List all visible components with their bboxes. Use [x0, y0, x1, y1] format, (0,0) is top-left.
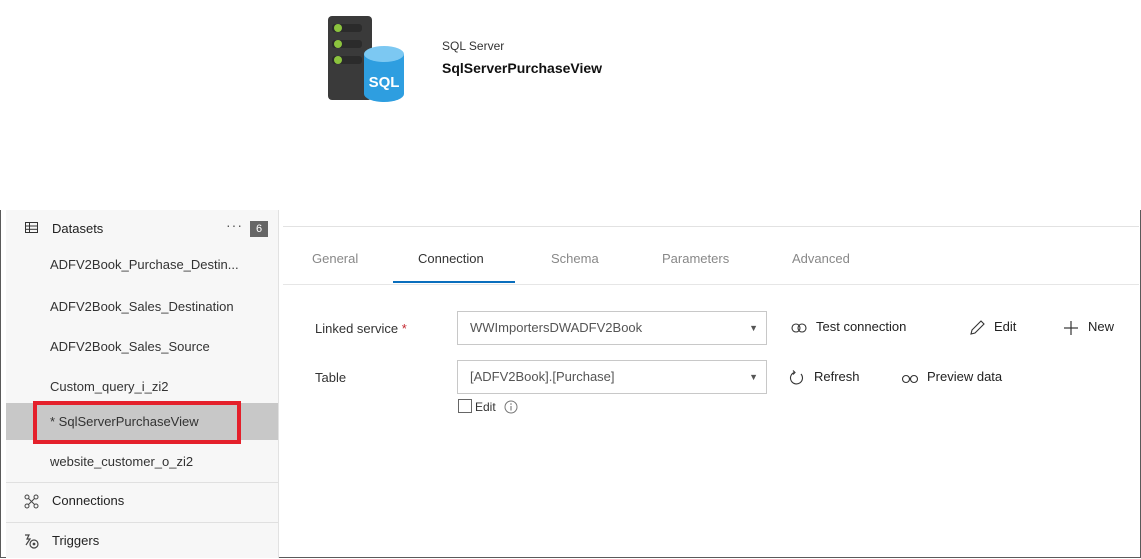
- dataset-type: SQL Server: [442, 39, 505, 53]
- factory-resources-sidebar: Datasets ··· 6 ADFV2Book_Purchase_Destin…: [6, 210, 279, 558]
- dataset-properties-panel: General Connection Schema Parameters Adv…: [283, 226, 1139, 557]
- refresh-label: Refresh: [814, 369, 860, 384]
- selection-highlight-box: [33, 401, 241, 444]
- preview-data-button[interactable]: Preview data: [901, 369, 1002, 386]
- more-actions-button[interactable]: ···: [226, 217, 243, 233]
- table-select[interactable]: [ADFV2Book].[Purchase] ▼: [457, 360, 767, 394]
- table-icon: [25, 222, 38, 233]
- datasets-section-header[interactable]: Datasets ··· 6: [6, 210, 278, 246]
- linked-service-select[interactable]: WWImportersDWADFV2Book ▼: [457, 311, 767, 345]
- edit-linked-service-button[interactable]: Edit: [968, 319, 1016, 336]
- table-label: Table: [315, 370, 347, 385]
- chevron-down-icon: ▼: [749, 323, 758, 333]
- nav-connections-label: Connections: [52, 493, 125, 508]
- refresh-button[interactable]: Refresh: [788, 369, 860, 386]
- info-icon[interactable]: [504, 400, 518, 414]
- plus-icon: [1064, 320, 1078, 335]
- nav-connections[interactable]: Connections: [6, 482, 278, 518]
- test-connection-label: Test connection: [816, 319, 907, 334]
- sql-icon-text: SQL: [369, 74, 400, 91]
- active-tab-indicator: [393, 281, 515, 283]
- linked-service-label: Linked service *: [315, 321, 407, 336]
- dataset-title: SqlServerPurchaseView: [442, 60, 603, 76]
- chevron-down-icon: ▼: [749, 372, 758, 382]
- edit-table-checkbox[interactable]: [458, 399, 472, 413]
- dataset-item[interactable]: website_customer_o_zi2: [6, 443, 278, 480]
- datasets-count-badge: 6: [250, 221, 268, 237]
- tab-connection[interactable]: Connection: [418, 251, 484, 266]
- dataset-item[interactable]: ADFV2Book_Purchase_Destin...: [6, 246, 278, 283]
- glasses-icon: [901, 374, 919, 383]
- triggers-icon: [25, 534, 39, 549]
- tab-schema[interactable]: Schema: [551, 251, 599, 266]
- new-label: New: [1088, 319, 1115, 334]
- tab-advanced[interactable]: Advanced: [792, 251, 850, 266]
- dataset-header: SQL SQL Server SqlServerPurchaseView: [0, 0, 1141, 210]
- linked-service-value: WWImportersDWADFV2Book: [470, 320, 643, 335]
- link-icon: [791, 323, 807, 333]
- dataset-item[interactable]: ADFV2Book_Sales_Destination: [6, 288, 278, 325]
- new-linked-service-button[interactable]: New: [1062, 319, 1114, 336]
- nav-triggers[interactable]: Triggers: [6, 522, 278, 558]
- edit-label: Edit: [994, 319, 1017, 334]
- connections-icon: [24, 494, 39, 509]
- preview-data-label: Preview data: [927, 369, 1003, 384]
- tab-parameters[interactable]: Parameters: [662, 251, 729, 266]
- table-value: [ADFV2Book].[Purchase]: [470, 369, 615, 384]
- datasets-label: Datasets: [52, 221, 104, 236]
- dataset-item[interactable]: Custom_query_i_zi2: [6, 368, 278, 405]
- nav-triggers-label: Triggers: [52, 533, 100, 548]
- pencil-icon: [970, 319, 985, 335]
- sql-server-icon: SQL: [328, 16, 404, 102]
- test-connection-button[interactable]: Test connection: [790, 319, 906, 336]
- tab-general[interactable]: General: [312, 251, 358, 266]
- edit-table-checkbox-label: Edit: [475, 400, 496, 414]
- linked-service-label-text: Linked service: [315, 321, 399, 336]
- required-mark: *: [401, 321, 407, 336]
- refresh-icon: [790, 369, 804, 385]
- properties-tabs: General Connection Schema Parameters Adv…: [283, 227, 1139, 285]
- dataset-item[interactable]: ADFV2Book_Sales_Source: [6, 328, 278, 365]
